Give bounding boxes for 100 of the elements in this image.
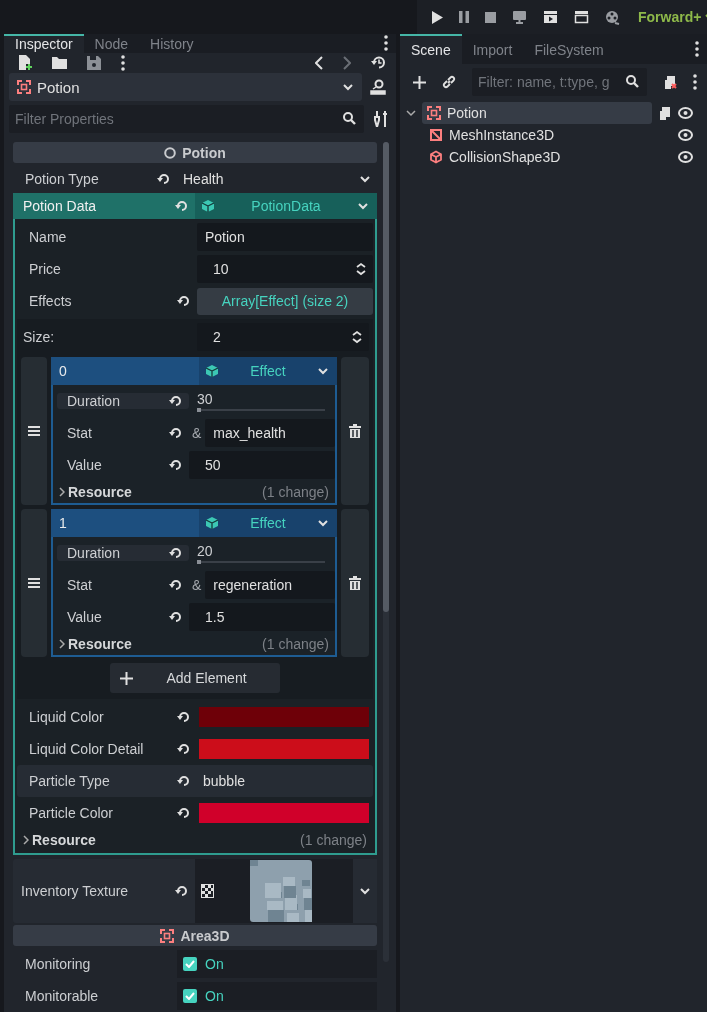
clapperboard-play-icon[interactable] bbox=[543, 10, 558, 24]
stop-icon[interactable] bbox=[485, 11, 496, 23]
tab[interactable]: FileSystem bbox=[523, 34, 615, 64]
history-icon[interactable] bbox=[371, 55, 386, 71]
property-label: Value bbox=[67, 457, 102, 473]
chevron-right-icon[interactable] bbox=[59, 487, 65, 497]
slider-field[interactable]: 30 bbox=[189, 387, 335, 415]
color-swatch[interactable] bbox=[199, 739, 369, 759]
number-field[interactable]: 10 bbox=[197, 255, 373, 283]
section-header[interactable]: Potion bbox=[13, 142, 377, 163]
save-icon[interactable] bbox=[87, 55, 101, 70]
documentation-search-icon[interactable] bbox=[370, 79, 386, 95]
enum-dropdown[interactable]: Health bbox=[177, 165, 377, 193]
text-field[interactable]: regeneration bbox=[205, 571, 335, 599]
delete-icon-button[interactable] bbox=[341, 509, 369, 657]
chevron-down-icon[interactable] bbox=[359, 173, 371, 185]
tab[interactable]: History bbox=[139, 34, 205, 53]
reset-icon[interactable] bbox=[177, 742, 191, 756]
clapperboard-icon[interactable] bbox=[574, 10, 589, 24]
drag-handle[interactable] bbox=[21, 357, 47, 505]
property-value[interactable]: bubble bbox=[197, 773, 246, 789]
chevron-down-icon[interactable] bbox=[342, 81, 354, 93]
monitor-icon[interactable] bbox=[512, 10, 527, 24]
resource-dropdown[interactable]: Effect bbox=[199, 509, 337, 537]
chevron-down-icon[interactable] bbox=[317, 365, 329, 377]
folder-icon[interactable] bbox=[52, 56, 67, 70]
tools-icon[interactable] bbox=[374, 111, 388, 127]
new-file-icon[interactable] bbox=[18, 54, 32, 71]
tree-item[interactable]: Potion bbox=[422, 102, 652, 124]
number-field[interactable]: 1.5 bbox=[189, 603, 335, 631]
reset-icon[interactable] bbox=[169, 426, 183, 440]
checkbox[interactable]: On bbox=[177, 982, 377, 1010]
reset-icon[interactable] bbox=[177, 710, 191, 724]
number-field[interactable]: 50 bbox=[189, 451, 335, 479]
reset-icon[interactable] bbox=[169, 610, 183, 624]
slider-field[interactable]: 20 bbox=[189, 539, 335, 567]
text-field[interactable]: max_health bbox=[205, 419, 335, 447]
chevron-down-icon[interactable] bbox=[357, 200, 369, 212]
tree-item[interactable]: MeshInstance3D bbox=[424, 124, 672, 146]
reset-icon[interactable] bbox=[169, 578, 183, 592]
reset-icon[interactable] bbox=[169, 458, 183, 472]
film-reel-icon[interactable] bbox=[605, 9, 620, 25]
link-icon[interactable] bbox=[442, 75, 456, 89]
drag-handle[interactable] bbox=[21, 509, 47, 657]
chevron-right-icon[interactable] bbox=[59, 639, 65, 649]
object-selector[interactable]: Potion bbox=[9, 73, 362, 101]
section-label[interactable]: Resource bbox=[32, 832, 96, 848]
section-label[interactable]: Resource bbox=[68, 484, 132, 500]
tab[interactable]: Scene bbox=[400, 34, 462, 64]
tab[interactable]: Node bbox=[83, 34, 140, 53]
plus-icon[interactable] bbox=[413, 75, 426, 89]
more-options-icon[interactable] bbox=[695, 41, 699, 57]
circle-node-icon bbox=[164, 146, 177, 159]
reset-icon[interactable] bbox=[177, 294, 191, 308]
eye-icon[interactable] bbox=[678, 107, 693, 119]
reset-icon[interactable] bbox=[175, 884, 189, 898]
tab[interactable]: Import bbox=[461, 34, 524, 64]
search-icon[interactable] bbox=[626, 75, 639, 88]
reset-icon[interactable] bbox=[169, 546, 183, 560]
filter-field[interactable]: Filter Properties bbox=[9, 105, 364, 133]
reset-icon[interactable] bbox=[157, 172, 171, 186]
delete-icon-button[interactable] bbox=[341, 357, 369, 505]
section-header[interactable]: Area3D bbox=[13, 925, 377, 946]
tab[interactable]: Inspector bbox=[4, 34, 84, 53]
text-field[interactable]: Potion bbox=[197, 223, 373, 251]
script-icon[interactable] bbox=[658, 105, 672, 121]
resource-dropdown[interactable]: Effect bbox=[199, 357, 337, 385]
pause-icon[interactable] bbox=[459, 11, 469, 23]
more-options-icon[interactable] bbox=[384, 35, 388, 52]
section-label[interactable]: Resource bbox=[68, 636, 132, 652]
chevron-right-icon[interactable] bbox=[23, 835, 29, 845]
number-field[interactable]: 2 bbox=[197, 323, 369, 351]
scrollbar[interactable] bbox=[383, 142, 389, 962]
chevron-down-icon[interactable] bbox=[406, 108, 416, 118]
spinner-arrows-icon[interactable] bbox=[351, 330, 363, 344]
eye-icon[interactable] bbox=[678, 151, 693, 163]
tree-item[interactable]: CollisionShape3D bbox=[424, 146, 672, 168]
reset-icon[interactable] bbox=[169, 394, 183, 408]
filter-field[interactable]: Filter: name, t:type, g bbox=[472, 68, 647, 96]
chevron-down-icon[interactable] bbox=[317, 517, 329, 529]
property-label: Inventory Texture bbox=[21, 883, 129, 899]
script-remove-icon[interactable] bbox=[663, 74, 677, 90]
cube-icon bbox=[201, 199, 215, 213]
array-button[interactable]: Array[Effect] (size 2) bbox=[197, 287, 373, 315]
more-options-icon[interactable] bbox=[121, 54, 125, 71]
color-swatch[interactable] bbox=[199, 803, 369, 823]
reset-icon[interactable] bbox=[177, 806, 191, 820]
chevron-down-icon[interactable] bbox=[359, 885, 371, 897]
spinner-arrows-icon[interactable] bbox=[355, 262, 367, 276]
eye-icon[interactable] bbox=[678, 129, 693, 141]
color-swatch[interactable] bbox=[199, 707, 369, 727]
add-element-button[interactable]: Add Element bbox=[110, 663, 280, 693]
more-options-icon[interactable] bbox=[693, 74, 697, 90]
play-icon[interactable] bbox=[431, 10, 443, 24]
property-label: Liquid Color bbox=[29, 709, 104, 725]
checkbox[interactable]: On bbox=[177, 950, 377, 978]
reset-icon[interactable] bbox=[177, 774, 191, 788]
search-icon[interactable] bbox=[343, 112, 356, 125]
resource-dropdown[interactable]: PotionData bbox=[195, 193, 377, 219]
renderer-dropdown[interactable]: Forward+ bbox=[638, 9, 707, 25]
